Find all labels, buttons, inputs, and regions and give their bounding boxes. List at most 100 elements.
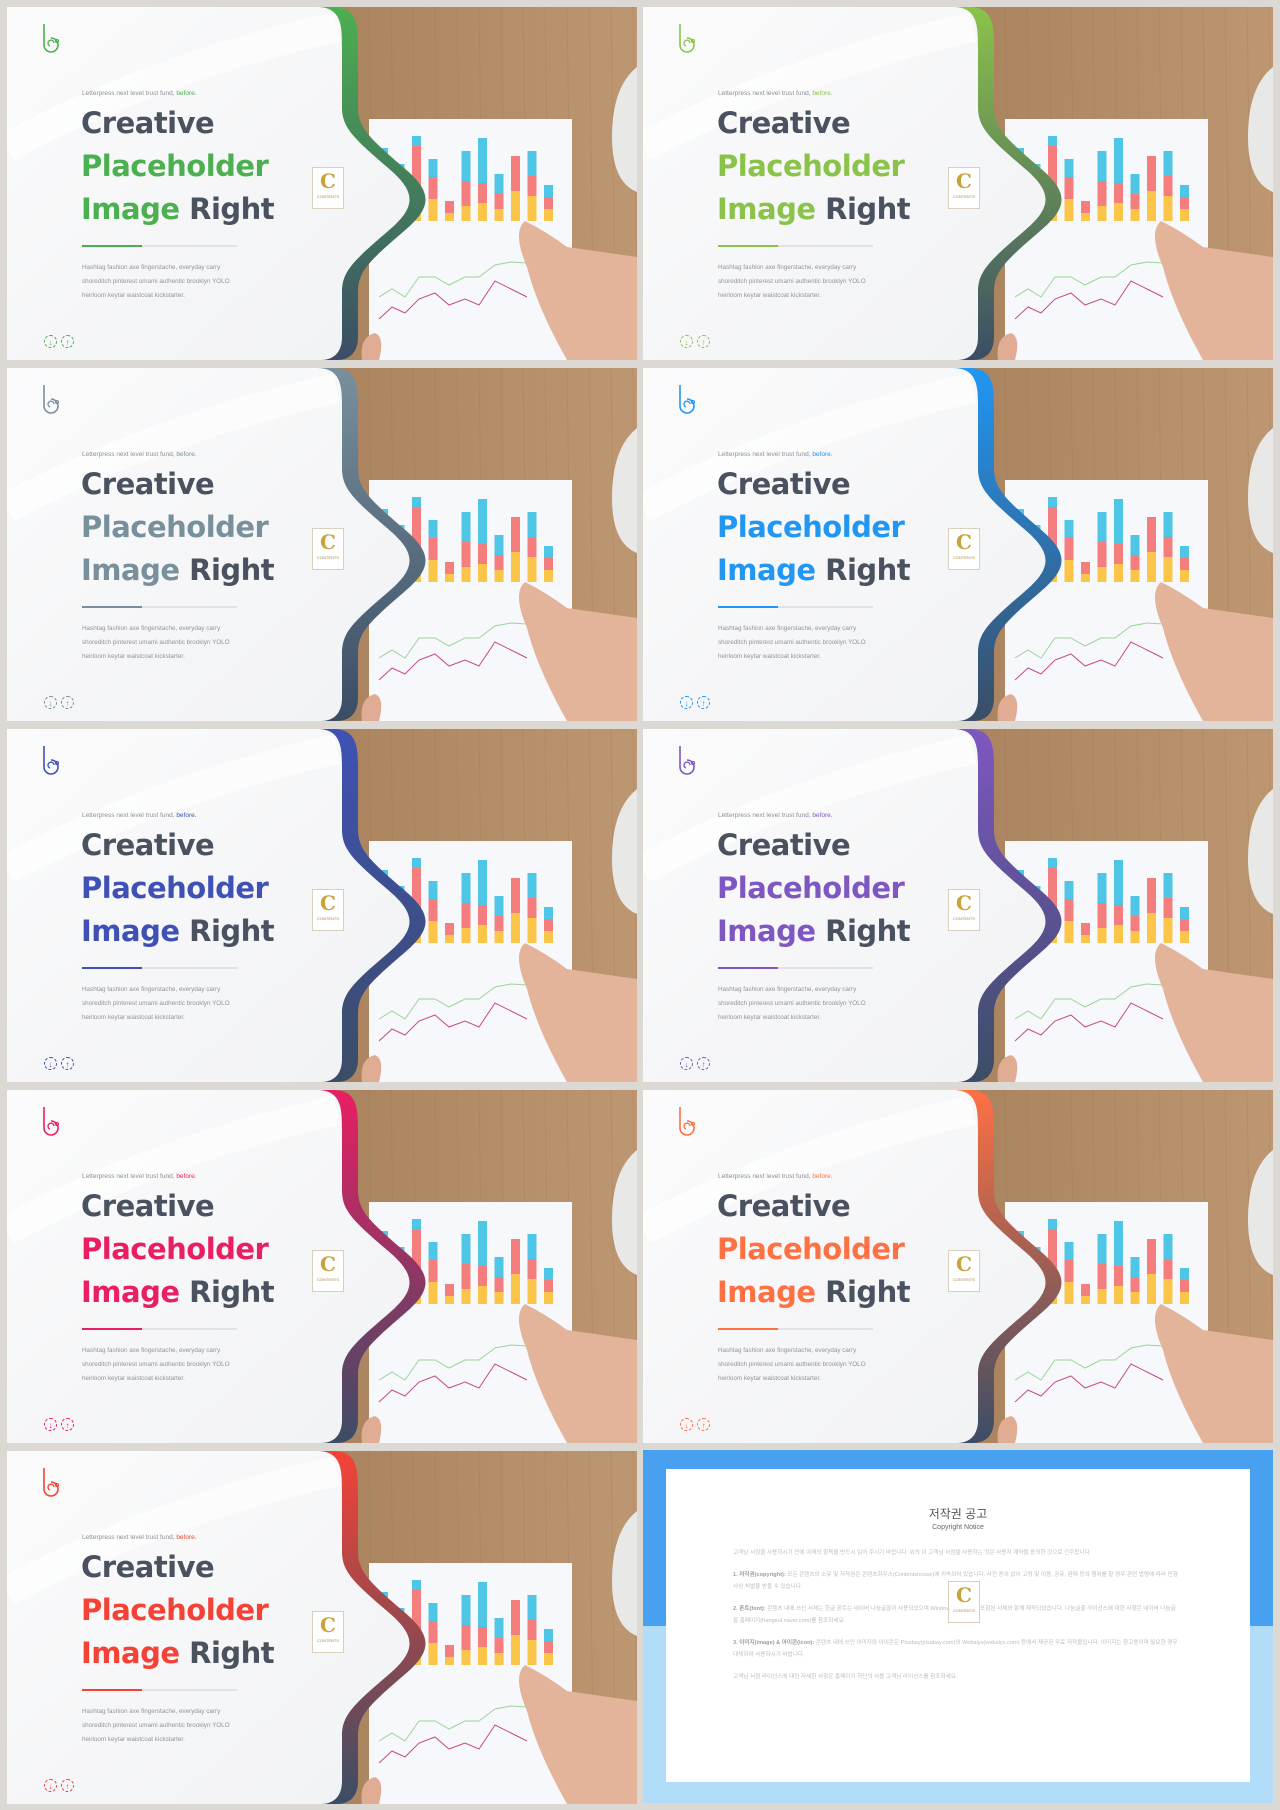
chart-bar xyxy=(1163,196,1173,221)
watermark-stamp: C CONTENTS xyxy=(312,1611,344,1653)
divider xyxy=(718,967,873,969)
watermark-stamp: C CONTENTS xyxy=(948,1581,980,1623)
arrow-down-circle-icon[interactable]: ↓ xyxy=(680,1057,693,1070)
slide-thumbnail-1[interactable]: Letterpress next level trust fund, befor… xyxy=(7,7,637,360)
chart-bar xyxy=(1114,1286,1123,1304)
chart-bar xyxy=(1097,1264,1107,1289)
chart-bar xyxy=(1163,1234,1173,1259)
chart-bar xyxy=(461,151,471,181)
slide-title: Creative Placeholder Image Right xyxy=(717,102,911,231)
tagline: Letterpress next level trust fund, befor… xyxy=(718,1173,833,1180)
chart-bar xyxy=(412,858,421,868)
chart-bar xyxy=(1180,907,1189,919)
chart-bar xyxy=(1147,552,1156,582)
tagline-accent: before. xyxy=(176,451,197,458)
chart-bar xyxy=(1064,1282,1074,1304)
chart-bar xyxy=(1081,935,1090,943)
title-line-3: Image Right xyxy=(81,1275,275,1309)
arrow-up-circle-icon[interactable]: ↑ xyxy=(61,1418,74,1431)
arrow-down-circle-icon[interactable]: ↓ xyxy=(44,335,57,348)
chart-bar xyxy=(1064,538,1074,560)
chart-bar xyxy=(544,1641,553,1653)
chart-bar xyxy=(1163,918,1173,943)
title-line-1: Creative xyxy=(81,106,215,140)
slide-thumbnail-8[interactable]: Letterpress next level trust fund, befor… xyxy=(643,1090,1273,1443)
arrow-down-circle-icon[interactable]: ↓ xyxy=(44,1418,57,1431)
slide-thumbnail-9[interactable]: Letterpress next level trust fund, befor… xyxy=(7,1451,637,1804)
chart-bar xyxy=(494,194,504,209)
chart-bar xyxy=(1130,931,1140,943)
arrow-down-circle-icon[interactable]: ↓ xyxy=(680,696,693,709)
body-text: Hashtag fashion axe fingerstache, everyd… xyxy=(718,625,866,660)
chart-bar xyxy=(478,1647,487,1665)
tagline-accent: before. xyxy=(176,1534,197,1541)
slide-thumbnail-6[interactable]: Letterpress next level trust fund, befor… xyxy=(643,729,1273,1082)
chart-bar xyxy=(544,570,553,582)
title-line-3: Image Right xyxy=(717,192,911,226)
chart-bar xyxy=(1097,928,1107,943)
chart-bar xyxy=(511,191,520,221)
chart-bar xyxy=(478,1221,487,1266)
arrow-down-circle-icon[interactable]: ↓ xyxy=(44,1057,57,1070)
divider xyxy=(82,606,237,608)
chart-bar xyxy=(461,1289,471,1304)
slide-thumbnail-2[interactable]: Letterpress next level trust fund, befor… xyxy=(643,7,1273,360)
chart-bar xyxy=(1163,898,1173,918)
chart-bar xyxy=(1114,564,1123,582)
watermark-stamp: C CONTENTS xyxy=(948,1250,980,1292)
arrow-down-circle-icon[interactable]: ↓ xyxy=(680,335,693,348)
chart-bar xyxy=(544,931,553,943)
title-line-1: Creative xyxy=(717,828,851,862)
arrow-down-circle-icon[interactable]: ↓ xyxy=(44,696,57,709)
arrow-up-circle-icon[interactable]: ↑ xyxy=(61,1779,74,1792)
copyright-card: 저작권 공고 Copyright Notice 고객님 서점을 사용하시기 전에… xyxy=(666,1469,1250,1782)
chart-bar xyxy=(527,537,537,557)
chart-bar xyxy=(494,1277,504,1292)
arrow-up-circle-icon[interactable]: ↑ xyxy=(697,1057,710,1070)
arrow-down-circle-icon[interactable]: ↓ xyxy=(680,1418,693,1431)
chart-bar xyxy=(527,1279,537,1304)
chart-bar xyxy=(494,1618,504,1638)
chart-bar xyxy=(1064,199,1074,221)
chart-bar xyxy=(461,1625,471,1650)
tagline-accent: before. xyxy=(812,451,833,458)
body-text: Hashtag fashion axe fingerstache, everyd… xyxy=(82,625,230,660)
chart-bar xyxy=(511,1600,520,1635)
title-line-1: Creative xyxy=(81,1550,215,1584)
tagline-accent: before. xyxy=(176,1173,197,1180)
title-line-2: Placeholder xyxy=(717,510,905,544)
chart-bar xyxy=(1097,1289,1107,1304)
chart-bar xyxy=(1081,923,1090,935)
arrow-up-circle-icon[interactable]: ↑ xyxy=(697,1418,710,1431)
tagline: Letterpress next level trust fund, befor… xyxy=(82,812,197,819)
arrow-up-circle-icon[interactable]: ↑ xyxy=(61,335,74,348)
chart-bar xyxy=(544,1653,553,1665)
chart-bar xyxy=(1048,1219,1057,1229)
tagline-accent: before. xyxy=(812,812,833,819)
chart-bar xyxy=(1064,177,1074,199)
watermark-stamp: C CONTENTS xyxy=(948,528,980,570)
chart-bar xyxy=(511,156,520,191)
slide-thumbnail-3[interactable]: Letterpress next level trust fund, befor… xyxy=(7,368,637,721)
copyright-slide[interactable]: 저작권 공고 Copyright Notice 고객님 서점을 사용하시기 전에… xyxy=(643,1450,1273,1803)
arrow-up-circle-icon[interactable]: ↑ xyxy=(697,696,710,709)
tagline: Letterpress next level trust fund, befor… xyxy=(82,1534,197,1541)
chart-bar xyxy=(1180,546,1189,558)
slide-thumbnail-7[interactable]: Letterpress next level trust fund, befor… xyxy=(7,1090,637,1443)
slide-thumbnail-4[interactable]: Letterpress next level trust fund, befor… xyxy=(643,368,1273,721)
arrow-up-circle-icon[interactable]: ↑ xyxy=(61,1057,74,1070)
chart-bar xyxy=(1114,138,1123,183)
slide-title: Creative Placeholder Image Right xyxy=(81,102,275,231)
chart-bar xyxy=(478,925,487,943)
slide-title: Creative Placeholder Image Right xyxy=(81,1546,275,1675)
chart-bar xyxy=(1114,544,1123,564)
chart-bar xyxy=(445,1296,454,1304)
arrow-up-circle-icon[interactable]: ↑ xyxy=(61,696,74,709)
slide-thumbnail-5[interactable]: Letterpress next level trust fund, befor… xyxy=(7,729,637,1082)
arrow-down-circle-icon[interactable]: ↓ xyxy=(44,1779,57,1792)
arrow-up-circle-icon[interactable]: ↑ xyxy=(697,335,710,348)
title-line-1: Creative xyxy=(81,828,215,862)
chart-bar xyxy=(1114,860,1123,905)
chart-bar xyxy=(445,1645,454,1657)
chart-bar xyxy=(544,1268,553,1280)
